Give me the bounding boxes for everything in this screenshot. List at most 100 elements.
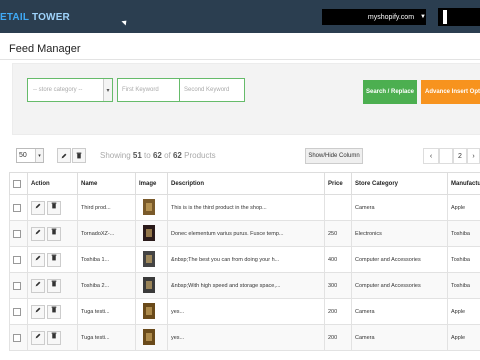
column-header-store-category[interactable]: Store Category — [351, 172, 448, 195]
row-checkbox[interactable] — [13, 229, 21, 238]
title-divider — [0, 59, 480, 60]
show-hide-column-button[interactable]: Show/Hide Column — [305, 148, 363, 164]
row-action-cell — [27, 220, 78, 247]
delete-button[interactable] — [47, 200, 61, 215]
showing-summary: Showing 51 to 62 of 62 Products — [100, 151, 216, 160]
user-menu[interactable] — [438, 8, 480, 26]
row-select-cell — [9, 194, 28, 221]
table-row[interactable]: TornadoXZ-... Donec elementum varius puru… — [9, 220, 480, 247]
row-select-cell — [9, 220, 28, 247]
product-thumbnail[interactable] — [143, 224, 155, 241]
per-page-select[interactable]: 50 ▾ — [16, 148, 44, 163]
first-keyword-input[interactable]: First Keyword — [117, 78, 179, 102]
pager-page-2[interactable]: 2 — [453, 148, 467, 164]
column-header-select[interactable] — [9, 172, 28, 195]
row-name-cell[interactable]: Tuga testi... — [77, 324, 136, 351]
second-keyword-input[interactable]: Second Keyword — [179, 78, 245, 102]
row-checkbox[interactable] — [13, 333, 21, 342]
logo-text-left: ETAIL — [0, 12, 29, 23]
column-header-name[interactable]: Name — [77, 172, 136, 195]
row-image-cell — [135, 324, 168, 351]
row-action-cell — [27, 272, 78, 299]
row-checkbox[interactable] — [13, 281, 21, 290]
row-checkbox[interactable] — [13, 203, 21, 212]
product-thumbnail[interactable] — [143, 198, 155, 215]
row-description-cell: yes... — [167, 298, 325, 325]
table-row[interactable]: Toshiba 1... &nbsp;The best you can from … — [9, 246, 480, 273]
row-action-cell — [27, 298, 78, 325]
product-thumbnail[interactable] — [143, 328, 155, 345]
trash-icon — [76, 152, 82, 159]
row-name-cell[interactable]: Toshiba 2... — [77, 272, 136, 299]
row-select-cell — [9, 272, 28, 299]
pager-gap — [439, 148, 453, 164]
column-header-action: Action — [27, 172, 78, 195]
product-thumbnail[interactable] — [143, 250, 155, 267]
trash-icon — [51, 332, 57, 338]
edit-button[interactable] — [31, 200, 45, 215]
product-thumbnail[interactable] — [143, 276, 155, 293]
row-checkbox[interactable] — [13, 255, 21, 264]
row-price-cell — [324, 194, 352, 221]
showing-to-word: to — [141, 151, 153, 160]
edit-button[interactable] — [31, 330, 45, 345]
edit-button[interactable] — [31, 252, 45, 267]
edit-button[interactable] — [31, 304, 45, 319]
pencil-icon — [35, 255, 41, 260]
column-header-description[interactable]: Description — [167, 172, 325, 195]
showing-of-word: of — [161, 151, 173, 160]
row-name-cell[interactable]: Toshiba 1... — [77, 246, 136, 273]
store-switcher[interactable]: myshopify.com ▼ — [322, 9, 426, 25]
page-title: Feed Manager — [9, 43, 81, 55]
row-manufacturer-cell: Toshiba — [447, 272, 480, 299]
delete-button[interactable] — [47, 304, 61, 319]
advance-insert-button[interactable]: Advance Insert Option — [421, 80, 480, 104]
row-description-cell: &nbsp;With high speed and storage space,… — [167, 272, 325, 299]
pager-next-button[interactable]: › — [467, 148, 480, 164]
showing-total: 62 — [172, 151, 182, 160]
row-checkbox[interactable] — [13, 307, 21, 316]
bulk-delete-button[interactable] — [72, 148, 86, 163]
row-category-cell: Electronics — [351, 220, 448, 247]
table-row[interactable]: Third prod... This is is the third produc… — [9, 194, 480, 221]
delete-button[interactable] — [47, 330, 61, 345]
table-row[interactable]: Tuga testi... yes... 200 Camera Apple — [9, 298, 480, 325]
showing-to: 62 — [152, 151, 162, 160]
delete-button[interactable] — [47, 226, 61, 241]
pencil-icon — [35, 281, 41, 286]
row-name-cell[interactable]: TornadoXZ-... — [77, 220, 136, 247]
row-select-cell — [9, 324, 28, 351]
row-price-cell: 200 — [324, 324, 352, 351]
row-name-cell[interactable]: Tuga testi... — [77, 298, 136, 325]
table-row[interactable]: Toshiba 2... &nbsp;With high speed and st… — [9, 272, 480, 299]
row-price-cell: 300 — [324, 272, 352, 299]
row-manufacturer-cell: Apple — [447, 324, 480, 351]
product-thumbnail[interactable] — [143, 302, 155, 319]
row-category-cell: Camera — [351, 298, 448, 325]
row-description-cell: &nbsp;The best you can from doing your h… — [167, 246, 325, 273]
select-all-checkbox[interactable] — [13, 179, 21, 188]
column-header-price[interactable]: Price — [324, 172, 352, 195]
search-replace-button[interactable]: Search / Replace — [363, 80, 417, 104]
column-header-manufacturer[interactable]: Manufacturer — [447, 172, 480, 195]
delete-button[interactable] — [47, 278, 61, 293]
pager-prev-button[interactable]: ‹ — [423, 148, 439, 164]
app-logo[interactable]: ETAIL TOWER — [0, 12, 70, 23]
row-category-cell: Computer and Accessories — [351, 246, 448, 273]
edit-button[interactable] — [31, 226, 45, 241]
table-header-row: Action Name Image Description Price Stor… — [9, 172, 480, 195]
delete-button[interactable] — [47, 252, 61, 267]
row-action-cell — [27, 246, 78, 273]
bulk-edit-button[interactable] — [57, 148, 71, 163]
trash-icon — [51, 202, 57, 208]
trash-icon — [51, 254, 57, 260]
logo-text-right: TOWER — [28, 12, 70, 23]
table-row[interactable]: Tuga testi... yes... 200 Camera Apple — [9, 324, 480, 351]
edit-button[interactable] — [31, 278, 45, 293]
row-image-cell — [135, 194, 168, 221]
row-name-cell[interactable]: Third prod... — [77, 194, 136, 221]
store-category-select[interactable]: -- store category -- ▾ — [27, 78, 113, 102]
row-price-cell: 400 — [324, 246, 352, 273]
row-category-cell: Camera — [351, 324, 448, 351]
row-manufacturer-cell: Apple — [447, 194, 480, 221]
